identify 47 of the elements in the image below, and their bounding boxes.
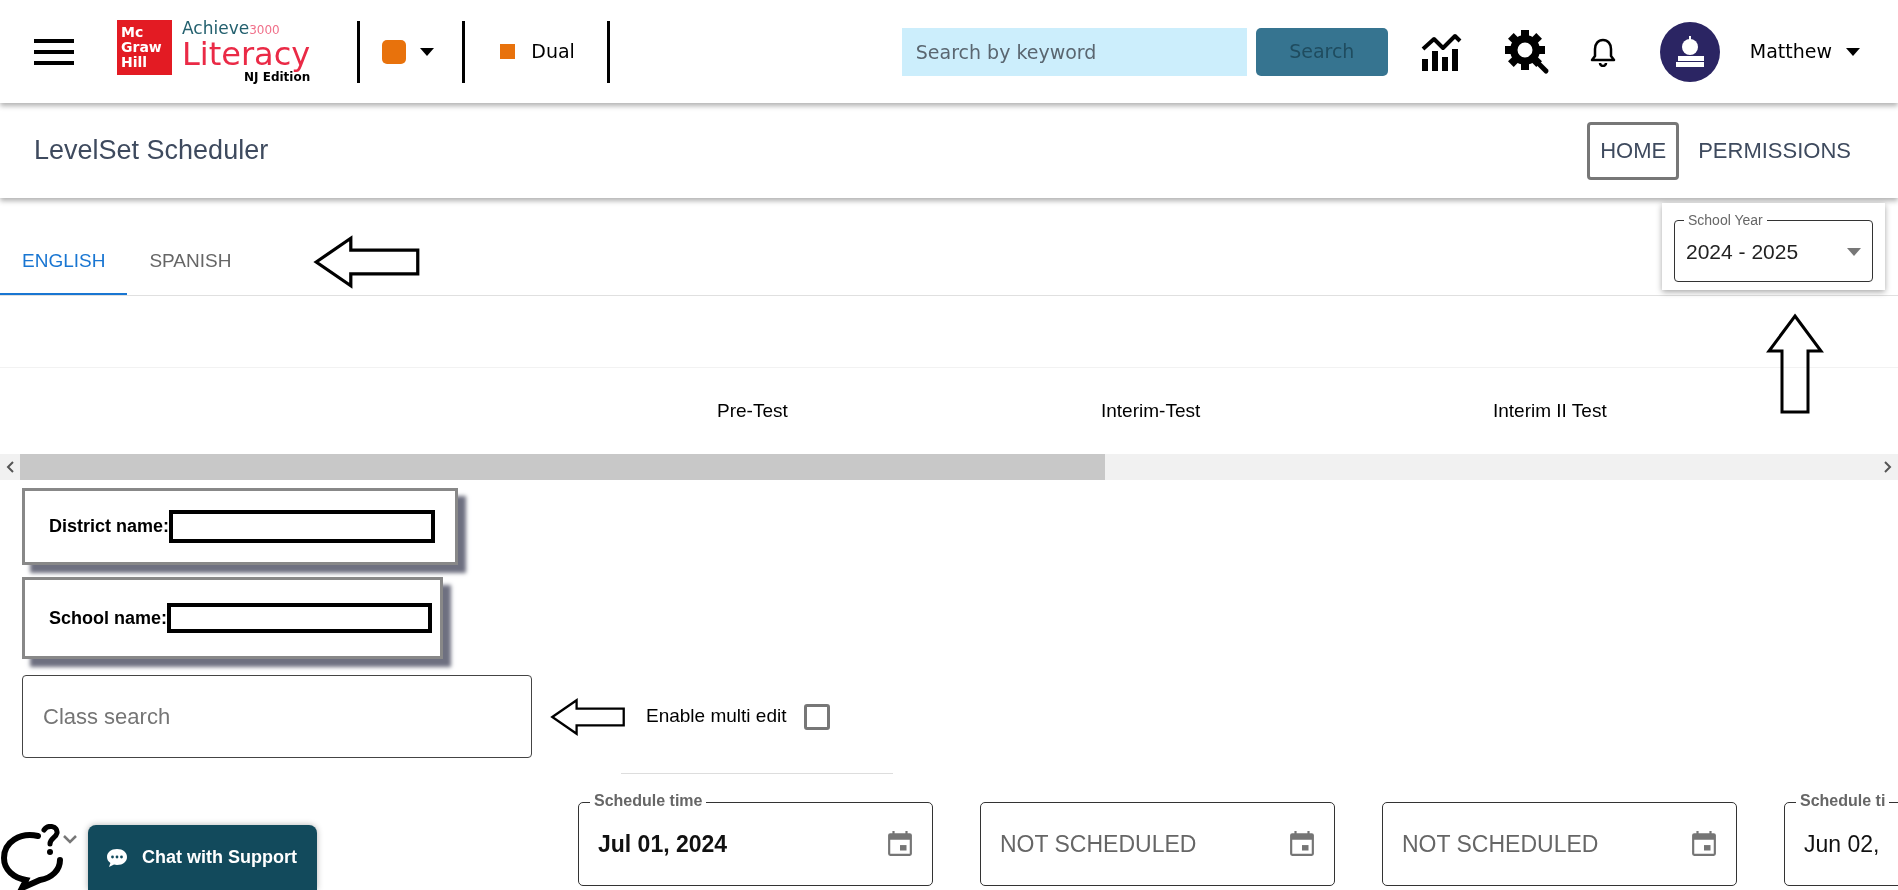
logo-text: Mc xyxy=(121,24,145,40)
date-value: Jul 01, 2024 xyxy=(598,829,728,859)
chart-icon[interactable] xyxy=(1419,32,1462,71)
caret-icon xyxy=(1846,47,1860,56)
chat-bubble-icon xyxy=(106,847,128,868)
date-placeholder: NOT SCHEDULED xyxy=(1000,829,1197,859)
logo-text: Hill xyxy=(121,54,149,70)
calendar-icon[interactable] xyxy=(1691,829,1717,859)
date-placeholder: NOT SCHEDULED xyxy=(1402,829,1599,859)
date-field[interactable]: NOT SCHEDULED xyxy=(1382,792,1737,886)
column-header: Pre-Test xyxy=(717,398,788,423)
horizontal-scrollbar[interactable] xyxy=(0,454,1898,480)
info-label: District name: xyxy=(49,515,170,538)
language-tab[interactable]: SPANISH xyxy=(127,229,254,295)
logo-text: Graw xyxy=(121,39,163,55)
menu-icon[interactable] xyxy=(34,36,74,67)
scrollbar-thumb[interactable] xyxy=(20,454,1105,480)
scroll-left-icon[interactable] xyxy=(6,461,14,473)
date-field[interactable]: Schedule time Jul 01, 2024 xyxy=(578,792,933,886)
apple-books-icon xyxy=(1673,34,1706,69)
multi-edit-label: Enable multi edit xyxy=(646,704,787,729)
settings-search-icon[interactable] xyxy=(1503,28,1550,75)
arrow-icon xyxy=(1766,313,1824,415)
class-search-field[interactable]: Class search xyxy=(22,675,532,758)
date-field[interactable]: NOT SCHEDULED xyxy=(980,792,1335,886)
nav-link[interactable]: PERMISSIONS xyxy=(1685,121,1864,180)
date-value: Jun 02, xyxy=(1804,829,1880,859)
column-header: Interim-Test xyxy=(1101,398,1201,423)
language-tab[interactable]: ENGLISH xyxy=(0,229,128,295)
caret-icon xyxy=(1847,247,1861,256)
calendar-icon[interactable] xyxy=(1289,829,1315,859)
caret-icon xyxy=(420,47,435,56)
column-header: Interim II Test xyxy=(1493,398,1607,423)
info-label: School name: xyxy=(49,606,168,630)
nav-link[interactable]: HOME xyxy=(1587,121,1680,180)
program-label: Dual xyxy=(531,39,575,65)
calendar-icon[interactable] xyxy=(887,829,913,859)
page-title: LevelSet Scheduler xyxy=(34,134,269,168)
field-label: School Year xyxy=(1684,211,1767,228)
bell-icon[interactable] xyxy=(1589,36,1616,67)
school-year-select[interactable]: School Year 2024 - 2025 xyxy=(1674,211,1873,282)
search-field[interactable]: Search by keyword xyxy=(901,27,1247,76)
user-menu[interactable]: Matthew xyxy=(1749,37,1860,66)
select-value: 2024 - 2025 xyxy=(1686,238,1799,265)
multi-edit-checkbox[interactable] xyxy=(804,703,831,730)
scroll-right-icon[interactable] xyxy=(1884,461,1892,473)
chat-support-button[interactable]: Chat with Support xyxy=(88,825,317,890)
